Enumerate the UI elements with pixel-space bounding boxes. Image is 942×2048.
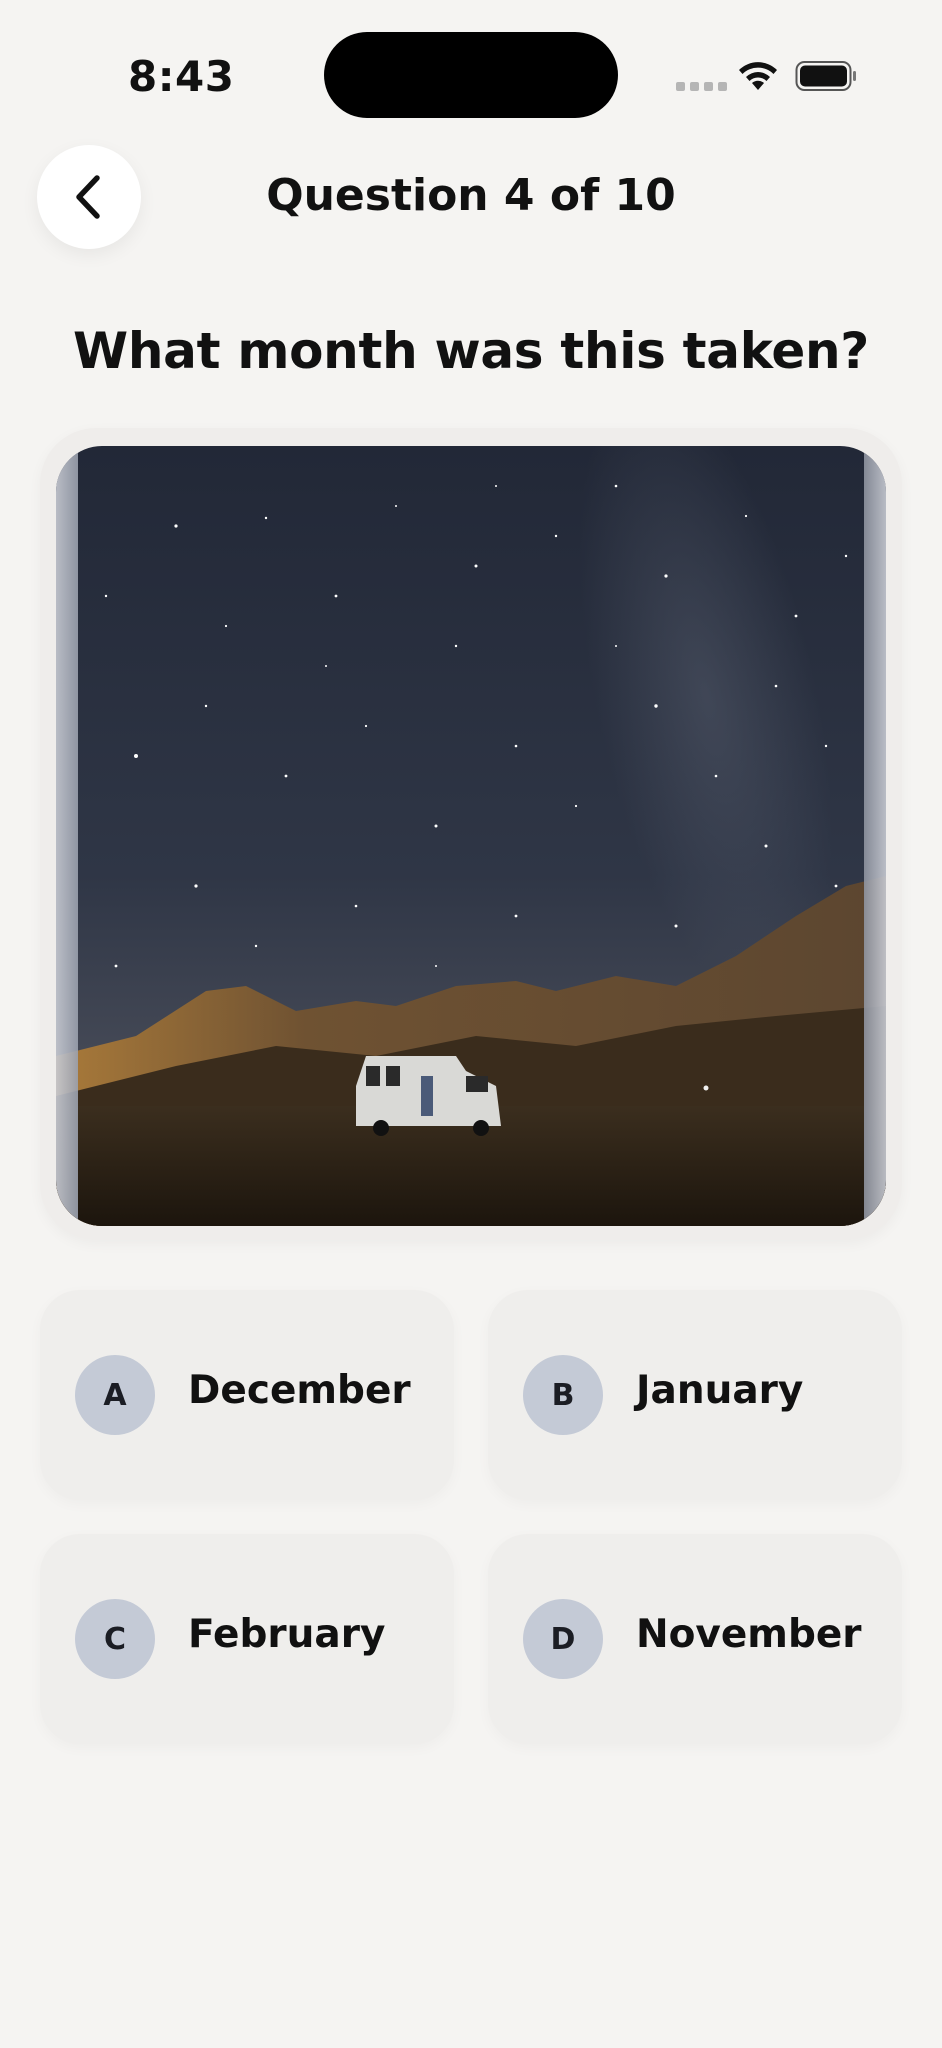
answer-option-c[interactable]: C February xyxy=(40,1534,454,1744)
dynamic-island xyxy=(324,32,618,118)
answer-option-a[interactable]: A December xyxy=(40,1290,454,1500)
header: Question 4 of 10 xyxy=(0,140,942,260)
photo-card xyxy=(40,428,902,1240)
answer-label: January xyxy=(636,1368,804,1413)
answer-option-b[interactable]: B January xyxy=(488,1290,902,1500)
page-title: Question 4 of 10 xyxy=(266,170,676,221)
answer-label: February xyxy=(188,1612,386,1657)
battery-icon xyxy=(795,61,856,91)
wifi-icon xyxy=(739,62,777,90)
status-bar: 8:43 xyxy=(0,0,942,120)
answer-label: December xyxy=(188,1368,411,1413)
answer-option-d[interactable]: D November xyxy=(488,1534,902,1744)
answer-letter-badge: B xyxy=(523,1355,603,1435)
answer-letter-badge: A xyxy=(75,1355,155,1435)
answer-letter-badge: D xyxy=(523,1599,603,1679)
answer-label: November xyxy=(636,1612,862,1657)
answer-letter-badge: C xyxy=(75,1599,155,1679)
question-photo xyxy=(56,446,886,1226)
question-text: What month was this taken? xyxy=(73,322,869,380)
cellular-signal-icon xyxy=(676,82,727,91)
status-time: 8:43 xyxy=(128,52,235,101)
